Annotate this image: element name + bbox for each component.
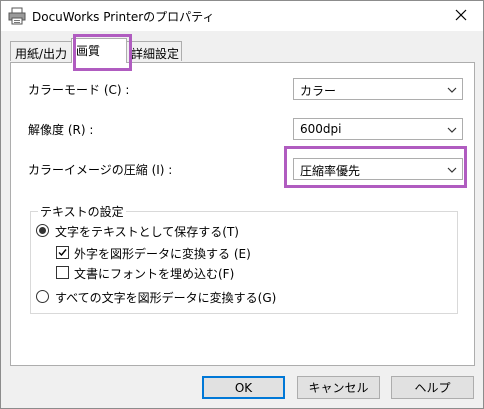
color-compression-value: 圧縮率優先 [300, 164, 361, 178]
color-compression-select[interactable]: 圧縮率優先 [293, 158, 463, 180]
help-button[interactable]: ヘルプ [391, 376, 474, 399]
close-icon [455, 9, 467, 24]
save-as-text-label[interactable]: 文字をテキストとして保存する(T) [55, 223, 239, 240]
resolution-value: 600dpi [300, 122, 342, 136]
tab-paper-output[interactable]: 用紙/出力 [10, 41, 72, 61]
color-mode-select[interactable]: カラー [293, 78, 463, 100]
resolution-select[interactable]: 600dpi [293, 118, 463, 140]
close-button[interactable] [439, 1, 483, 31]
tab-image-quality[interactable]: 画質 [71, 38, 127, 63]
chevron-down-icon [447, 84, 457, 94]
tab-strip: 用紙/出力 画質 詳細設定 [1, 31, 483, 63]
printer-icon [8, 7, 26, 25]
tab-advanced-settings[interactable]: 詳細設定 [126, 41, 182, 61]
embed-fonts-checkbox[interactable] [56, 266, 69, 279]
properties-dialog: DocuWorks Printerのプロパティ 用紙/出力 画質 詳細設定 カラ… [0, 0, 484, 409]
embed-fonts-label[interactable]: 文書にフォントを埋め込む(F) [74, 265, 234, 282]
window-title: DocuWorks Printerのプロパティ [32, 10, 215, 24]
convert-all-radio[interactable] [36, 290, 49, 303]
color-mode-value: カラー [300, 84, 337, 98]
color-mode-label: カラーモード (C) : [28, 83, 130, 97]
image-quality-panel: カラーモード (C) : カラー 解像度 (R) : 600dpi カラーイメー… [10, 62, 475, 366]
color-compression-label: カラーイメージの圧縮 (I) : [28, 163, 173, 177]
resolution-label: 解像度 (R) : [28, 123, 94, 137]
title-bar: DocuWorks Printerのプロパティ [1, 1, 483, 31]
text-settings-legend: テキストの設定 [40, 205, 124, 219]
save-as-text-radio[interactable] [36, 224, 49, 237]
chevron-down-icon [447, 164, 457, 174]
convert-external-chars-checkbox[interactable] [56, 246, 69, 259]
convert-external-chars-label[interactable]: 外字を図形データに変換する (E) [74, 245, 251, 262]
convert-all-label[interactable]: すべての文字を図形データに変換する(G) [55, 289, 276, 306]
ok-button[interactable]: OK [202, 376, 285, 399]
cancel-button[interactable]: キャンセル [297, 376, 380, 399]
chevron-down-icon [447, 124, 457, 134]
